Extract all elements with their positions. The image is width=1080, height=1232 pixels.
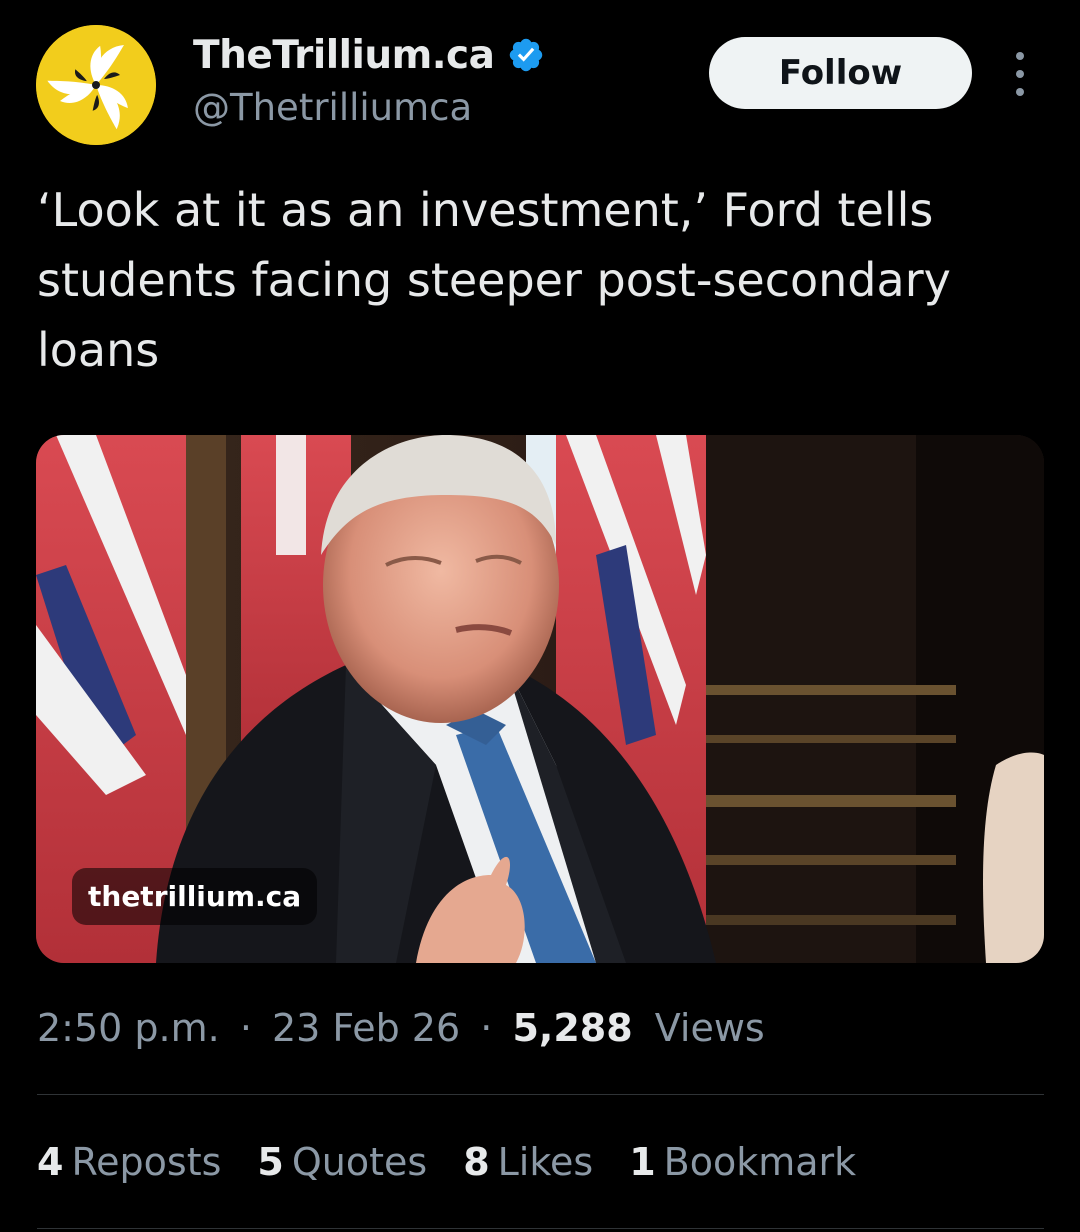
stat-label: Likes <box>497 1140 594 1184</box>
avatar[interactable] <box>36 25 156 145</box>
tweet-text: ‘Look at it as an investment,’ Ford tell… <box>37 183 951 377</box>
stat-count: 5 <box>257 1140 284 1184</box>
more-options-icon[interactable] <box>1004 52 1036 96</box>
divider <box>37 1228 1044 1229</box>
stat-reposts[interactable]: 4 Reposts <box>37 1140 221 1184</box>
tweet-meta: 2:50 p.m. · 23 Feb 26 · 5,288 Views <box>37 1006 765 1050</box>
display-name[interactable]: TheTrillium.ca <box>193 33 495 78</box>
meta-separator: · <box>239 1006 252 1050</box>
tweet-date[interactable]: 23 Feb 26 <box>272 1006 460 1050</box>
more-dot <box>1016 88 1024 96</box>
more-dot <box>1016 52 1024 60</box>
views-label: Views <box>654 1006 765 1050</box>
tweet-time[interactable]: 2:50 p.m. <box>37 1006 220 1050</box>
trillium-logo-icon <box>36 25 156 145</box>
follow-button[interactable]: Follow <box>709 37 972 109</box>
account-handle[interactable]: @Thetrilliumca <box>193 86 472 129</box>
media-source-label: thetrillium.ca <box>72 868 318 925</box>
account-name-row[interactable]: TheTrillium.ca <box>193 30 545 80</box>
stat-quotes[interactable]: 5 Quotes <box>257 1140 427 1184</box>
more-dot <box>1016 70 1024 78</box>
stat-count: 8 <box>463 1140 490 1184</box>
stat-bookmarks[interactable]: 1 Bookmark <box>629 1140 856 1184</box>
stat-label: Quotes <box>291 1140 428 1184</box>
stat-count: 1 <box>629 1140 656 1184</box>
stat-count: 4 <box>37 1140 64 1184</box>
divider <box>37 1094 1044 1095</box>
engagement-stats: 4 Reposts 5 Quotes 8 Likes 1 Bookmark <box>37 1140 892 1184</box>
views-count: 5,288 <box>512 1006 633 1050</box>
stat-label: Reposts <box>71 1140 222 1184</box>
meta-separator: · <box>480 1006 493 1050</box>
stat-likes[interactable]: 8 Likes <box>463 1140 593 1184</box>
verified-badge-icon <box>509 38 542 72</box>
stat-label: Bookmark <box>663 1140 857 1184</box>
